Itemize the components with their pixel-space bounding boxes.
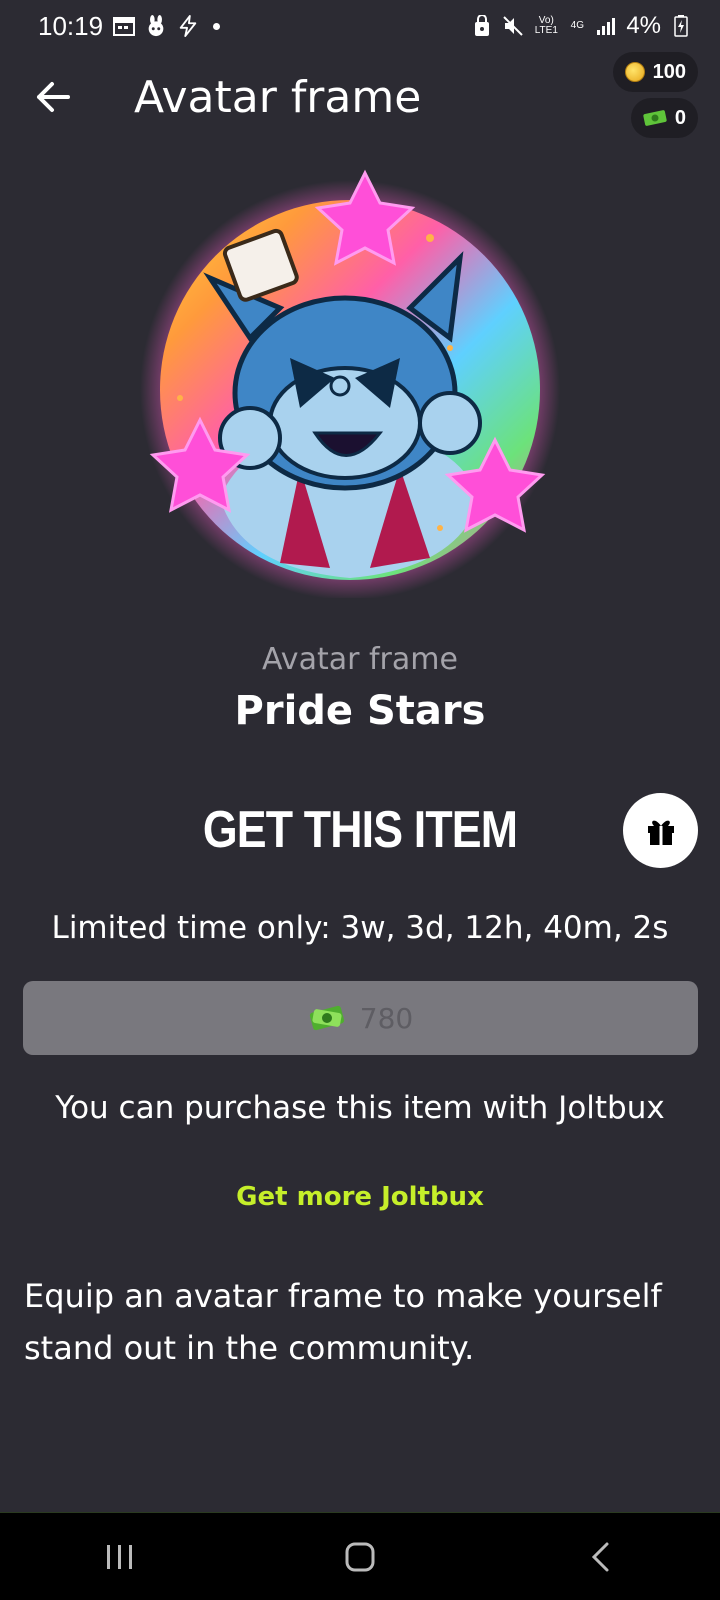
item-description: Equip an avatar frame to make yourself s… (24, 1277, 662, 1367)
status-time: 10:19 (38, 10, 104, 41)
bolt-app-icon (177, 15, 199, 37)
status-right: Vo) LTE1 4G 4% (471, 12, 692, 40)
purchase-note: You can purchase this item with Joltbux (55, 1090, 665, 1126)
joltbux-icon (309, 1005, 344, 1031)
joltbux-icon (643, 110, 667, 126)
recent-apps-icon (107, 1544, 132, 1569)
battery-charging-icon (670, 15, 692, 37)
page-title: Avatar frame (134, 72, 422, 123)
gift-button[interactable] (623, 793, 698, 868)
sync-lock-icon (471, 15, 493, 37)
home-icon (345, 1542, 375, 1571)
status-bar: 10:19 Vo) LTE1 4G 4% (0, 0, 720, 52)
signal-icon (595, 15, 617, 37)
arrow-left-icon (37, 82, 70, 112)
item-name: Pride Stars (234, 688, 486, 734)
mute-icon (502, 15, 524, 37)
buy-button[interactable]: 780 (23, 981, 698, 1055)
home-button[interactable] (320, 1527, 400, 1587)
bunny-app-icon (145, 15, 167, 37)
joltbux-balance-value: 0 (674, 106, 686, 129)
status-left: 10:19 (38, 10, 221, 42)
avatar-frame-preview (140, 168, 560, 600)
gift-icon (647, 820, 674, 845)
coin-icon (624, 62, 645, 82)
app-header: Avatar frame 100 0 (0, 52, 720, 148)
back-button[interactable] (30, 74, 76, 120)
volte-indicator: Vo) LTE1 (534, 15, 558, 36)
calendar-icon (113, 15, 136, 37)
item-type-label: Avatar frame (262, 642, 458, 677)
chevron-left-icon (591, 1542, 609, 1571)
joltbux-balance[interactable]: 0 (630, 98, 698, 138)
battery-percent: 4% (626, 12, 661, 39)
network-indicator: 4G (570, 20, 584, 31)
notification-dot (213, 22, 221, 30)
wallet-balances: 100 0 (612, 52, 698, 138)
system-back-button[interactable] (560, 1527, 640, 1587)
buy-price: 780 (359, 1001, 414, 1035)
coin-balance[interactable]: 100 (612, 52, 698, 92)
get-more-joltbux-link[interactable]: Get more Joltbux (0, 1182, 720, 1212)
coin-balance-value: 100 (652, 60, 686, 83)
recent-apps-button[interactable] (80, 1527, 160, 1587)
limited-time-countdown: Limited time only: 3w, 3d, 12h, 40m, 2s (51, 910, 669, 946)
get-item-heading: GET THIS ITEM (202, 801, 518, 859)
system-nav-bar (0, 1512, 720, 1600)
